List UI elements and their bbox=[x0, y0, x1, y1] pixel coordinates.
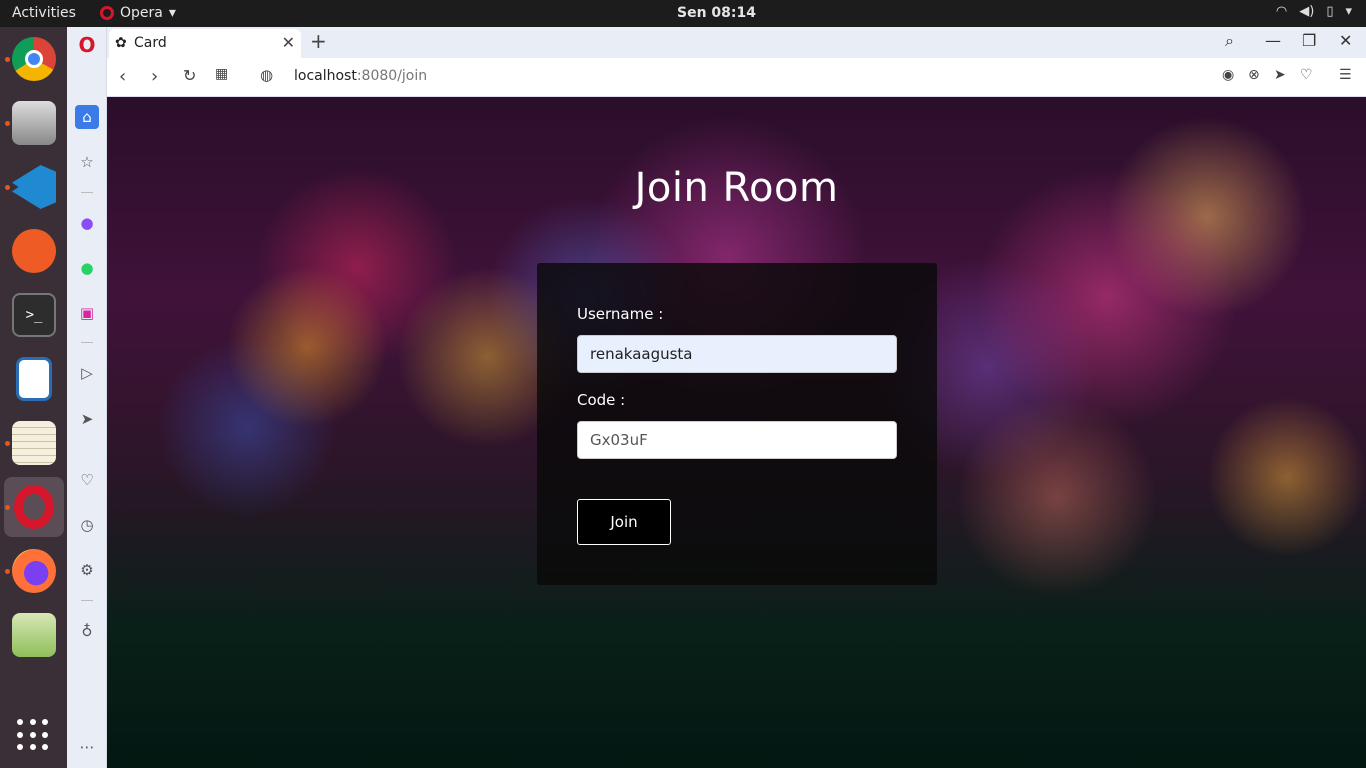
page-title: Join Room bbox=[634, 165, 839, 211]
whatsapp-icon[interactable]: ● bbox=[75, 256, 99, 280]
settings-icon[interactable]: ⚙ bbox=[75, 558, 99, 582]
minimize-button[interactable]: — bbox=[1265, 31, 1281, 50]
address-bar: ‹ › ↻ ▦ ◍ localhost:8080/join ◉ ⊗ ➤ ♡ ☰ bbox=[107, 58, 1366, 97]
code-input[interactable] bbox=[577, 421, 897, 459]
dock: >_ bbox=[0, 27, 67, 768]
more-icon[interactable]: ⋯ bbox=[75, 735, 99, 759]
wifi-icon: ◠ bbox=[1275, 4, 1288, 19]
easy-setup-icon[interactable]: ☰ bbox=[1339, 67, 1352, 83]
username-label: Username : bbox=[577, 305, 664, 323]
tab-title: Card bbox=[134, 35, 167, 51]
sidebar-divider bbox=[81, 192, 93, 193]
running-indicator bbox=[5, 569, 10, 574]
postman-icon bbox=[12, 229, 56, 273]
tab-favicon-icon: ✿ bbox=[115, 35, 127, 51]
join-button[interactable]: Join bbox=[577, 499, 671, 545]
dock-postman[interactable] bbox=[4, 221, 64, 281]
running-indicator bbox=[5, 185, 10, 190]
firefox-icon bbox=[12, 549, 56, 593]
adblock-icon[interactable]: ⊗ bbox=[1248, 67, 1260, 83]
dock-text-editor[interactable] bbox=[4, 413, 64, 473]
url-field[interactable]: localhost:8080/join bbox=[294, 68, 427, 84]
dock-firefox[interactable] bbox=[4, 541, 64, 601]
tab-snapshot-icon[interactable]: ▦ bbox=[215, 66, 228, 82]
dock-vscode[interactable] bbox=[4, 157, 64, 217]
chrome-dev-icon bbox=[12, 37, 56, 81]
image-viewer-icon bbox=[12, 613, 56, 657]
home-icon[interactable]: ⌂ bbox=[75, 105, 99, 129]
sidebar-divider bbox=[81, 342, 93, 343]
volume-icon: ◀) bbox=[1299, 4, 1315, 19]
opera-icon bbox=[14, 485, 54, 529]
camera-icon[interactable]: ◉ bbox=[1222, 67, 1234, 83]
history-icon[interactable]: ◷ bbox=[75, 513, 99, 537]
chevron-down-icon: ▾ bbox=[1345, 4, 1352, 19]
heart-icon[interactable]: ♡ bbox=[75, 468, 99, 492]
tips-icon[interactable]: ♁ bbox=[75, 619, 99, 643]
show-applications-icon[interactable] bbox=[17, 719, 49, 751]
vscode-icon bbox=[12, 165, 56, 209]
text-editor-icon bbox=[12, 421, 56, 465]
code-label: Code : bbox=[577, 391, 626, 409]
dock-writer[interactable] bbox=[4, 349, 64, 409]
battery-icon: ▯ bbox=[1326, 4, 1334, 19]
tab-card[interactable]: ✿ Card ✕ bbox=[109, 29, 301, 58]
dock-terminal[interactable]: >_ bbox=[4, 285, 64, 345]
page-content: Join Room Username : Code : Join bbox=[107, 97, 1366, 768]
dock-chrome-dev[interactable] bbox=[4, 29, 64, 89]
close-tab-icon[interactable]: ✕ bbox=[282, 33, 295, 52]
player-icon[interactable]: ▷ bbox=[75, 361, 99, 385]
reload-button[interactable]: ↻ bbox=[183, 66, 196, 85]
running-indicator bbox=[5, 505, 10, 510]
send-icon[interactable]: ➤ bbox=[75, 407, 99, 431]
globe-icon: ◍ bbox=[260, 66, 274, 84]
terminal-icon: >_ bbox=[12, 293, 56, 337]
url-path: :8080/join bbox=[356, 68, 428, 84]
running-indicator bbox=[5, 121, 10, 126]
clock[interactable]: Sen 08:14 bbox=[0, 5, 1366, 21]
search-tabs-icon[interactable]: ⌕ bbox=[1225, 31, 1234, 51]
system-top-bar: Activities Opera ▾ Sen 08:14 ◠ ◀) ▯ ▾ bbox=[0, 0, 1366, 27]
username-input[interactable] bbox=[577, 335, 897, 373]
opera-menu-icon[interactable]: O bbox=[75, 33, 99, 57]
tab-bar: ✿ Card ✕ + ⌕ — ❐ ✕ bbox=[107, 27, 1366, 58]
close-window-button[interactable]: ✕ bbox=[1339, 31, 1352, 50]
join-form-card: Username : Code : Join bbox=[537, 263, 937, 585]
sidebar-divider bbox=[81, 600, 93, 601]
heart-icon[interactable]: ♡ bbox=[1300, 67, 1313, 83]
libreoffice-writer-icon bbox=[16, 357, 52, 401]
maximize-button[interactable]: ❐ bbox=[1302, 31, 1316, 50]
instagram-icon[interactable]: ▣ bbox=[75, 301, 99, 325]
dock-image-viewer[interactable] bbox=[4, 605, 64, 665]
bookmarks-icon[interactable]: ☆ bbox=[75, 150, 99, 174]
messenger-icon[interactable]: ● bbox=[75, 211, 99, 235]
dock-files[interactable] bbox=[4, 93, 64, 153]
forward-button[interactable]: › bbox=[151, 66, 158, 87]
dock-opera[interactable] bbox=[4, 477, 64, 537]
back-button[interactable]: ‹ bbox=[119, 66, 126, 87]
system-tray[interactable]: ◠ ◀) ▯ ▾ bbox=[1276, 4, 1352, 19]
files-icon bbox=[12, 101, 56, 145]
running-indicator bbox=[5, 441, 10, 446]
new-tab-button[interactable]: + bbox=[310, 29, 327, 53]
opera-sidebar: O ⌂ ☆ ● ● ▣ ▷ ➤ ♡ ◷ ⚙ ♁ ⋯ bbox=[67, 27, 107, 768]
url-host: localhost bbox=[294, 68, 357, 84]
send-icon[interactable]: ➤ bbox=[1274, 67, 1286, 83]
running-indicator bbox=[5, 57, 10, 62]
